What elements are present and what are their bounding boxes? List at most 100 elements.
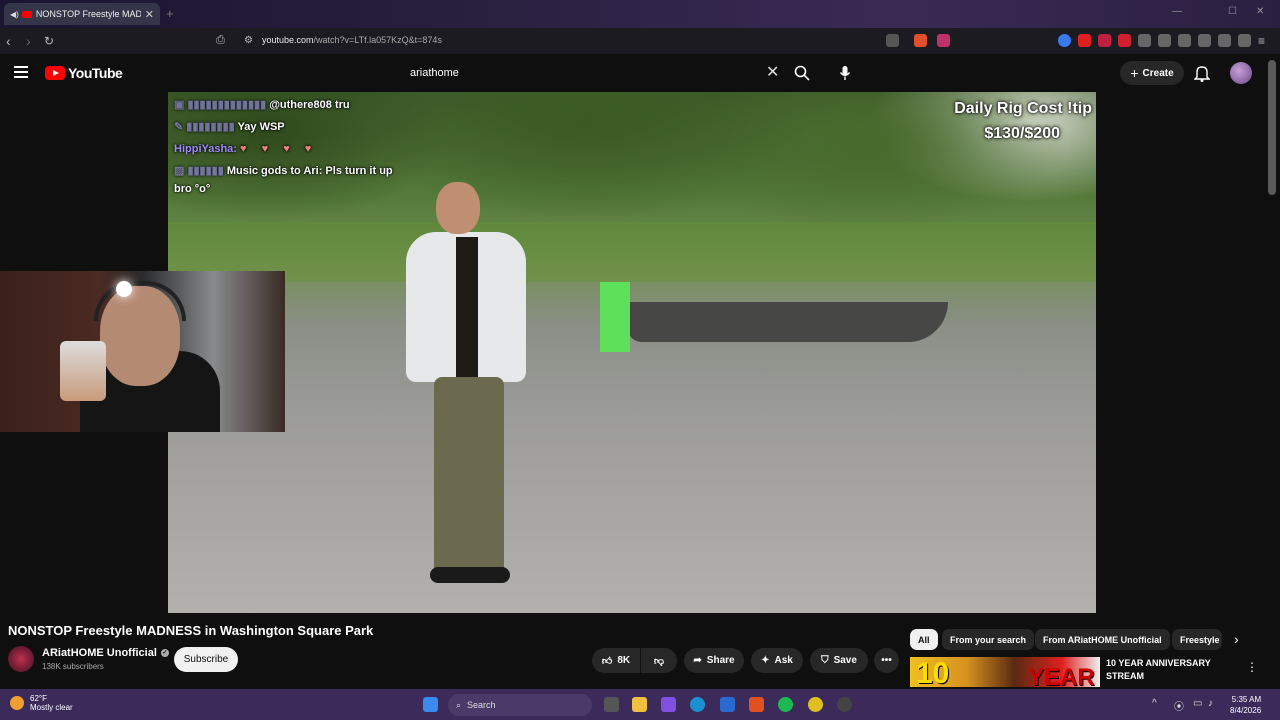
save-button[interactable]: ⛉ Save <box>810 648 868 673</box>
wallet-icon[interactable] <box>1198 34 1211 47</box>
account-avatar[interactable] <box>1230 62 1252 84</box>
ask-button[interactable]: ✦ Ask <box>751 648 803 673</box>
notifications-bell-icon[interactable] <box>1194 64 1210 82</box>
chevron-right-icon[interactable]: › <box>1234 631 1239 647</box>
youtube-header: YouTube ariathome ✕ + Create <box>0 54 1280 92</box>
hamburger-menu-icon[interactable] <box>14 66 28 81</box>
chat-line: ✎ ▮▮▮▮▮▮▮▮ Yay WSP <box>174 121 285 133</box>
youtube-extension-icon[interactable] <box>1078 34 1091 47</box>
windows-taskbar: 62°F Mostly clear ⌕ Search ^ ⦿ ▭ ♪ 5:35 AM… <box>0 689 1280 720</box>
browser-tab-strip: ◀) NONSTOP Freestyle MADNE ✕ + — ☐ ✕ <box>0 0 1280 28</box>
leo-icon[interactable] <box>1218 34 1231 47</box>
recommended-thumbnail[interactable]: 10 YEAR <box>910 657 1100 687</box>
share-button[interactable]: ➦ Share <box>684 648 744 673</box>
like-button[interactable]: 👍︎ 8K <box>592 648 640 673</box>
chip-freestyle[interactable]: Freestyle <box>1172 629 1222 650</box>
close-window-icon[interactable]: ✕ <box>1256 6 1264 17</box>
windows-start-icon[interactable] <box>423 697 438 712</box>
close-tab-icon[interactable]: ✕ <box>145 8 154 21</box>
address-bar-row: ‹ › ↻ ⎙ ⚙ youtube.com/watch?v=LTf.la057K… <box>0 28 1280 54</box>
video-green-sign <box>600 282 630 352</box>
youtube-favicon-icon <box>21 10 32 18</box>
voice-search-button[interactable] <box>832 60 858 86</box>
file-explorer-icon[interactable] <box>632 697 647 712</box>
microphone-icon <box>839 66 851 80</box>
youtube-logo[interactable]: YouTube <box>45 65 123 81</box>
store-icon[interactable] <box>720 697 735 712</box>
chrome-icon[interactable] <box>808 697 823 712</box>
more-actions-button[interactable]: ••• <box>874 648 899 673</box>
weather-icon <box>10 696 24 710</box>
sidebar-icon[interactable] <box>1178 34 1191 47</box>
extension-icon[interactable] <box>1118 34 1131 47</box>
minimize-icon[interactable]: — <box>1172 6 1182 17</box>
cast-icon[interactable] <box>886 34 899 47</box>
video-lawn <box>168 222 1096 282</box>
vpn-icon[interactable] <box>1238 34 1251 47</box>
back-icon[interactable]: ‹ <box>6 33 11 49</box>
display-icon[interactable]: ▭ <box>1193 698 1202 709</box>
spotify-icon[interactable] <box>778 697 793 712</box>
forward-icon[interactable]: › <box>26 33 31 49</box>
chip-all[interactable]: All <box>910 629 938 650</box>
page-scrollbar[interactable] <box>1268 60 1276 195</box>
sparkle-icon: ✦ <box>761 655 770 666</box>
rewards-icon[interactable] <box>937 34 950 47</box>
plus-icon: + <box>1130 65 1139 81</box>
recommended-title[interactable]: 10 YEAR ANNIVERSARY STREAM <box>1106 657 1211 683</box>
thumbs-down-icon: 👎︎ <box>653 655 665 667</box>
new-tab-icon[interactable]: + <box>166 6 174 21</box>
chat-line: HippiYasha: ♥ ♥ ♥ ♥ <box>174 143 318 155</box>
music-icon[interactable] <box>1158 34 1171 47</box>
search-button[interactable] <box>788 59 816 87</box>
video-bench <box>628 302 948 342</box>
stream-chat-overlay: ▣ ▮▮▮▮▮▮▮▮▮▮▮▮▮ @uthere808 tru ✎ ▮▮▮▮▮▮▮… <box>174 94 393 196</box>
more-vertical-icon[interactable]: ⋮ <box>1246 660 1258 674</box>
clear-search-icon[interactable]: ✕ <box>766 62 779 82</box>
menu-icon[interactable]: ≡ <box>1258 34 1265 48</box>
puzzle-icon[interactable] <box>1138 34 1151 47</box>
site-info-icon[interactable]: ⚙ <box>244 35 253 46</box>
weather-widget[interactable]: 62°F Mostly clear <box>10 694 73 712</box>
streamer-webcam <box>0 271 285 432</box>
speaker-icon: ◀) <box>10 9 19 19</box>
chat-line: ▨ ▮▮▮▮▮▮ Music gods to Ari: Pls turn it … <box>174 165 393 177</box>
task-view-icon[interactable] <box>604 697 619 712</box>
channel-avatar[interactable] <box>8 646 34 672</box>
dislike-button[interactable]: 👎︎ <box>641 648 677 673</box>
subscriber-count: 138K subscribers <box>42 662 104 671</box>
copilot-icon[interactable] <box>661 697 676 712</box>
system-clock[interactable]: 5:35 AM 8/4/2026 <box>1230 694 1261 716</box>
share-icon: ➦ <box>693 655 702 666</box>
brave-shield-icon[interactable] <box>914 34 927 47</box>
extension-icon[interactable] <box>1098 34 1111 47</box>
more-horizontal-icon: ••• <box>881 655 892 666</box>
reload-icon[interactable]: ↻ <box>44 34 54 48</box>
search-input[interactable]: ariathome <box>400 60 784 86</box>
video-player[interactable]: ▣ ▮▮▮▮▮▮▮▮▮▮▮▮▮ @uthere808 tru ✎ ▮▮▮▮▮▮▮… <box>168 92 1096 613</box>
url-field[interactable]: youtube.com/watch?v=LTf.la057KzQ&t=874s <box>262 35 442 45</box>
youtube-play-icon <box>45 66 65 80</box>
video-person <box>406 182 526 602</box>
search-icon <box>794 65 810 81</box>
edge-icon[interactable] <box>690 697 705 712</box>
subscribe-button[interactable]: Subscribe <box>174 647 238 672</box>
bookmark-icon[interactable]: ⎙ <box>216 34 225 47</box>
tab-title: NONSTOP Freestyle MADNE <box>35 9 141 19</box>
volume-icon[interactable]: ♪ <box>1208 698 1213 709</box>
create-button[interactable]: + Create <box>1120 61 1184 85</box>
chip-from-channel[interactable]: From ARiatHOME Unofficial <box>1035 629 1170 650</box>
browser-tab[interactable]: ◀) NONSTOP Freestyle MADNE ✕ <box>4 3 160 25</box>
channel-name-link[interactable]: ARiatHOME Unofficial ✓ <box>42 647 169 659</box>
location-icon[interactable]: ⦿ <box>1174 698 1184 713</box>
obs-icon[interactable] <box>837 697 852 712</box>
brave-icon[interactable] <box>749 697 764 712</box>
chip-from-your-search[interactable]: From your search <box>942 629 1035 650</box>
extension-icon[interactable] <box>1058 34 1071 47</box>
maximize-icon[interactable]: ☐ <box>1228 6 1237 17</box>
tip-goal-overlay: Daily Rig Cost !tip $130/$200 <box>954 100 1092 142</box>
tray-chevron-icon[interactable]: ^ <box>1152 698 1157 709</box>
taskbar-search[interactable]: ⌕ Search <box>448 694 592 716</box>
thumbs-up-icon: 👍︎ <box>601 655 613 667</box>
video-title: NONSTOP Freestyle MADNESS in Washington … <box>8 623 374 638</box>
